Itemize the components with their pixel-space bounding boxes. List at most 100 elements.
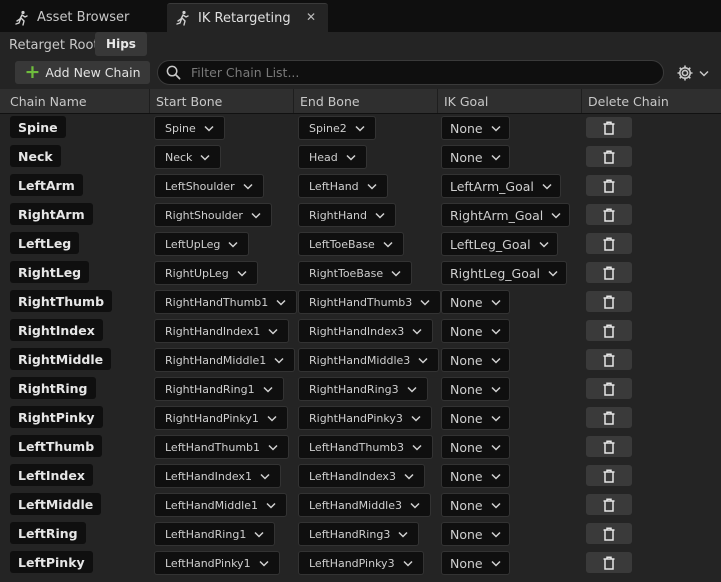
end-bone-dropdown[interactable]: RightHand (298, 203, 396, 227)
chevron-down-icon (200, 154, 210, 161)
end-bone-dropdown[interactable]: LeftHandMiddle3 (298, 493, 431, 517)
ik-goal-dropdown[interactable]: None (441, 464, 510, 488)
end-bone-dropdown[interactable]: RightHandPinky3 (298, 406, 432, 430)
start-bone-dropdown[interactable]: LeftHandIndex1 (154, 464, 281, 488)
ik-goal-dropdown[interactable]: None (441, 319, 510, 343)
start-bone-dropdown[interactable]: RightHandThumb1 (154, 290, 298, 314)
delete-chain-button[interactable] (586, 407, 632, 428)
ik-goal-dropdown[interactable]: None (441, 377, 510, 401)
start-bone-dropdown[interactable]: Spine (154, 116, 225, 140)
ik-goal-dropdown[interactable]: None (441, 116, 510, 140)
start-bone-dropdown[interactable]: RightHandMiddle1 (154, 348, 296, 372)
delete-chain-button[interactable] (586, 117, 632, 138)
chain-name-field[interactable]: RightMiddle (10, 348, 112, 370)
ik-goal-dropdown[interactable]: None (441, 522, 510, 546)
delete-chain-button[interactable] (586, 175, 632, 196)
delete-chain-button[interactable] (586, 465, 632, 486)
ik-goal-dropdown[interactable]: None (441, 348, 510, 372)
chain-name-field[interactable]: LeftIndex (10, 464, 93, 486)
delete-chain-button[interactable] (586, 233, 632, 254)
ik-goal-dropdown[interactable]: LeftArm_Goal (441, 174, 561, 198)
chain-name-field[interactable]: LeftArm (10, 174, 83, 196)
chain-name-field[interactable]: Neck (10, 145, 61, 167)
column-start-bone[interactable]: Start Bone (149, 89, 294, 113)
chain-name-field[interactable]: RightArm (10, 203, 93, 225)
ik-goal-dropdown[interactable]: LeftLeg_Goal (441, 232, 558, 256)
add-new-chain-button[interactable]: + Add New Chain (15, 61, 150, 84)
chevron-down-icon (412, 328, 422, 335)
retarget-root-value[interactable]: Hips (95, 32, 147, 56)
delete-chain-button[interactable] (586, 378, 632, 399)
ik-goal-value: None (450, 526, 483, 542)
chain-name-field[interactable]: LeftLeg (10, 232, 80, 254)
end-bone-dropdown[interactable]: LeftHandPinky3 (298, 551, 424, 575)
trash-icon (603, 178, 615, 193)
start-bone-dropdown[interactable]: RightShoulder (154, 203, 272, 227)
start-bone-dropdown[interactable]: LeftShoulder (154, 174, 264, 198)
end-bone-dropdown[interactable]: RightToeBase (298, 261, 413, 285)
delete-chain-button[interactable] (586, 262, 632, 283)
column-end-bone[interactable]: End Bone (293, 89, 438, 113)
end-bone-dropdown[interactable]: Head (298, 145, 367, 169)
end-bone-dropdown[interactable]: RightHandRing3 (298, 377, 428, 401)
end-bone-dropdown[interactable]: Spine2 (298, 116, 376, 140)
chain-name-field[interactable]: RightLeg (10, 261, 90, 283)
delete-chain-button[interactable] (586, 436, 632, 457)
start-bone-dropdown[interactable]: Neck (154, 145, 222, 169)
delete-chain-button[interactable] (586, 320, 632, 341)
filter-chain-input[interactable] (189, 64, 633, 81)
start-bone-dropdown[interactable]: LeftHandMiddle1 (154, 493, 287, 517)
delete-chain-button[interactable] (586, 146, 632, 167)
ik-goal-dropdown[interactable]: None (441, 145, 510, 169)
chain-name-field[interactable]: RightThumb (10, 290, 113, 312)
end-bone-dropdown[interactable]: LeftHand (298, 174, 388, 198)
chain-name-field[interactable]: LeftRing (10, 522, 86, 544)
ik-goal-dropdown[interactable]: None (441, 406, 510, 430)
end-bone-dropdown[interactable]: LeftHandRing3 (298, 522, 420, 546)
start-bone-dropdown[interactable]: RightHandPinky1 (154, 406, 288, 430)
delete-chain-button[interactable] (586, 204, 632, 225)
settings-button[interactable] (676, 63, 710, 83)
delete-chain-button[interactable] (586, 552, 632, 573)
delete-chain-button[interactable] (586, 291, 632, 312)
filter-search-box[interactable] (157, 60, 664, 85)
start-bone-dropdown[interactable]: RightHandRing1 (154, 377, 284, 401)
chevron-down-icon (420, 299, 430, 306)
delete-chain-button[interactable] (586, 349, 632, 370)
end-bone-dropdown[interactable]: LeftHandThumb3 (298, 435, 434, 459)
close-icon[interactable]: ✕ (306, 10, 316, 24)
ik-goal-dropdown[interactable]: RightArm_Goal (441, 203, 571, 227)
start-bone-value: RightHandThumb1 (165, 295, 269, 309)
ik-goal-dropdown[interactable]: RightLeg_Goal (441, 261, 568, 285)
start-bone-dropdown[interactable]: LeftHandThumb1 (154, 435, 290, 459)
column-ik-goal[interactable]: IK Goal (437, 89, 582, 113)
start-bone-dropdown[interactable]: RightHandIndex1 (154, 319, 290, 343)
start-bone-dropdown[interactable]: LeftHandRing1 (154, 522, 276, 546)
delete-chain-button[interactable] (586, 523, 632, 544)
start-bone-dropdown[interactable]: RightUpLeg (154, 261, 258, 285)
end-bone-dropdown[interactable]: RightHandThumb3 (298, 290, 442, 314)
ik-goal-dropdown[interactable]: None (441, 435, 510, 459)
tab-ik-retargeting[interactable]: IK Retargeting ✕ (167, 3, 328, 32)
chain-name-field[interactable]: LeftThumb (10, 435, 103, 457)
end-bone-dropdown[interactable]: RightHandIndex3 (298, 319, 434, 343)
chain-name-field[interactable]: RightIndex (10, 319, 103, 341)
column-chain-name[interactable]: Chain Name (4, 89, 150, 113)
column-delete-chain[interactable]: Delete Chain (581, 89, 721, 113)
end-bone-dropdown[interactable]: LeftHandIndex3 (298, 464, 425, 488)
tab-asset-browser[interactable]: Asset Browser (6, 3, 166, 32)
chevron-down-icon (375, 212, 385, 219)
chain-name-field[interactable]: Spine (10, 116, 66, 138)
ik-goal-dropdown[interactable]: None (441, 551, 510, 575)
start-bone-dropdown[interactable]: LeftHandPinky1 (154, 551, 280, 575)
ik-goal-dropdown[interactable]: None (441, 290, 510, 314)
chain-name-field[interactable]: LeftMiddle (10, 493, 102, 515)
end-bone-dropdown[interactable]: RightHandMiddle3 (298, 348, 440, 372)
ik-goal-dropdown[interactable]: None (441, 493, 510, 517)
chain-name-field[interactable]: RightRing (10, 377, 96, 399)
delete-chain-button[interactable] (586, 494, 632, 515)
chain-name-field[interactable]: LeftPinky (10, 551, 93, 573)
end-bone-dropdown[interactable]: LeftToeBase (298, 232, 404, 256)
start-bone-dropdown[interactable]: LeftUpLeg (154, 232, 250, 256)
chain-name-field[interactable]: RightPinky (10, 406, 103, 428)
